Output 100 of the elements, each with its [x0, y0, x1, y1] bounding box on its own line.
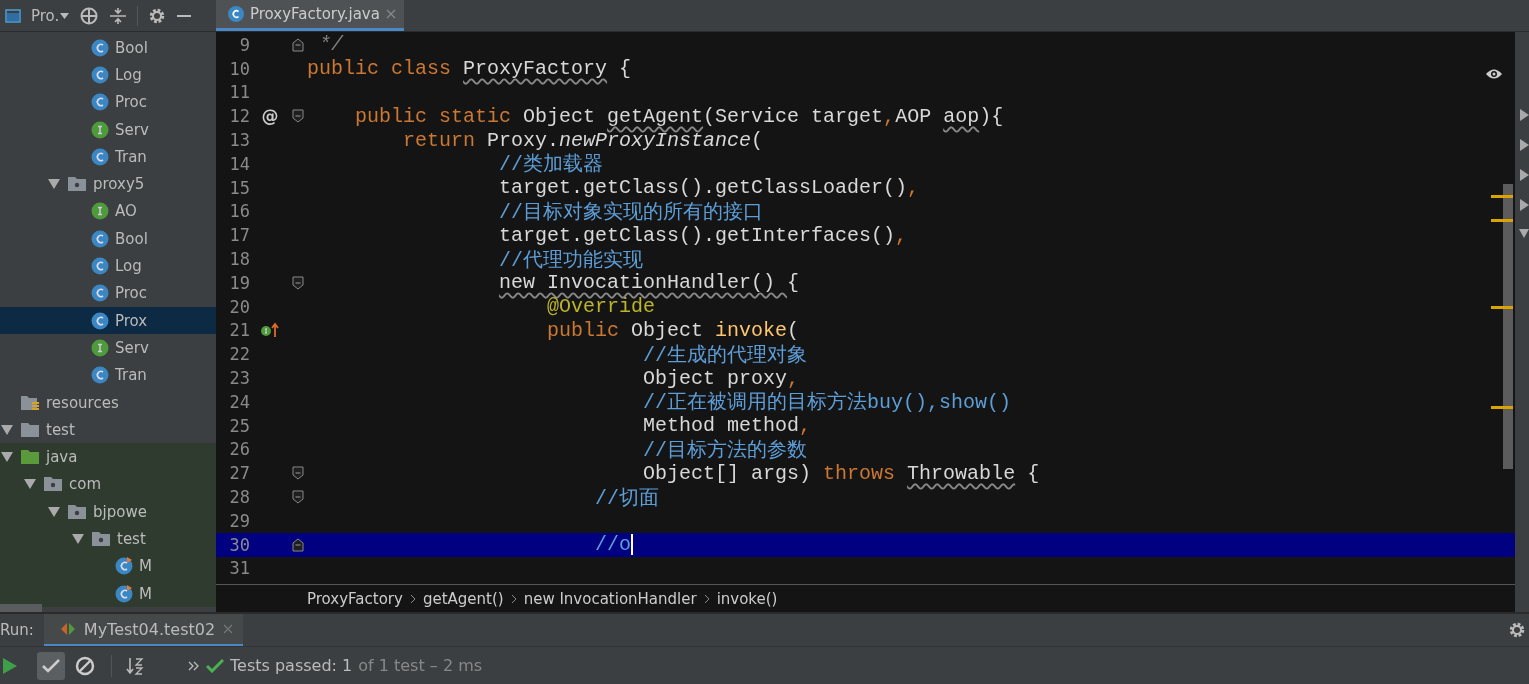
keyword: public static: [354, 104, 513, 128]
locate-icon[interactable]: [79, 5, 100, 26]
tree-item[interactable]: test: [117, 530, 146, 548]
package-icon: [43, 476, 63, 493]
test-status: Tests passed: 1: [230, 656, 353, 675]
fold-icon[interactable]: [292, 109, 304, 124]
expand-arrow-icon[interactable]: [24, 479, 36, 490]
folder-icon: [20, 421, 40, 438]
fold-icon[interactable]: [292, 275, 304, 290]
code-token: Object: [523, 104, 597, 128]
code-comment: //o: [594, 533, 632, 557]
tree-item[interactable]: M: [139, 584, 152, 603]
fold-icon[interactable]: [292, 537, 304, 552]
class-icon: [91, 38, 109, 57]
code-token: (Service target: [703, 104, 884, 128]
tree-item[interactable]: M: [139, 557, 152, 576]
breadcrumb[interactable]: new InvocationHandler: [523, 589, 697, 608]
code-token: target.getClass().getInterfaces(): [498, 223, 896, 247]
tree-item[interactable]: Log: [115, 257, 142, 275]
line-number: 14: [228, 153, 250, 174]
sort-icon[interactable]: [126, 656, 144, 675]
check-icon: [41, 657, 61, 674]
code-comment: //类加载器: [498, 152, 604, 178]
tree-item[interactable]: Proc: [115, 93, 148, 112]
tree-item[interactable]: AO: [115, 202, 137, 221]
tree-item[interactable]: Serv: [115, 338, 149, 357]
preview-eye-icon[interactable]: [1485, 68, 1503, 80]
expand-arrow-icon[interactable]: [1520, 169, 1529, 181]
run-icon[interactable]: [3, 657, 17, 674]
breadcrumb-separator-icon: [409, 593, 416, 604]
tree-item[interactable]: com: [69, 475, 102, 494]
run-tab[interactable]: MyTest04.test02: [43, 614, 244, 646]
keyword: ,: [799, 414, 812, 438]
tree-item[interactable]: Tran: [115, 366, 147, 385]
tab-title: ProxyFactory.java: [250, 5, 380, 23]
line-number: 21: [228, 320, 250, 341]
editor-tab[interactable]: ProxyFactory.java: [216, 0, 404, 31]
line-number: 11: [228, 82, 250, 103]
code-token: {: [787, 271, 800, 295]
breadcrumb[interactable]: getAgent(): [422, 589, 504, 608]
tree-item[interactable]: proxy5: [93, 175, 145, 194]
code-token: target.getClass().getClassLoader(): [498, 176, 908, 200]
code-comment: //目标方法的参数: [642, 437, 808, 463]
tree-item[interactable]: test: [46, 420, 75, 439]
breadcrumb[interactable]: ProxyFactory: [307, 589, 403, 608]
interface-icon: [91, 120, 109, 139]
tree-item[interactable]: Bool: [115, 229, 148, 248]
tree-item[interactable]: Prox: [115, 311, 148, 330]
code-comment: //正在被调用的目标方法buy(),show(): [642, 390, 1012, 416]
fold-icon[interactable]: [292, 466, 304, 481]
annotation-marker: @: [261, 106, 279, 127]
collapse-arrow-icon[interactable]: [1519, 229, 1529, 238]
settings-icon[interactable]: [1508, 621, 1526, 639]
line-number: 29: [228, 510, 250, 531]
tree-item[interactable]: resources: [46, 393, 119, 412]
tree-item[interactable]: Tran: [115, 147, 147, 166]
tree-item[interactable]: bjpowe: [93, 502, 147, 521]
show-passed-toggle[interactable]: [37, 651, 65, 680]
class-icon: [91, 257, 109, 275]
package-icon: [67, 176, 87, 193]
expand-arrow-icon[interactable]: [1, 424, 13, 435]
keyword: ,: [907, 176, 920, 200]
code-token: aop: [943, 104, 980, 128]
tree-item[interactable]: Serv: [115, 120, 149, 139]
expand-arrow-icon[interactable]: [1, 452, 13, 463]
breadcrumb[interactable]: invoke(): [716, 589, 778, 608]
line-number: 27: [228, 463, 250, 484]
code-token: (: [787, 318, 800, 342]
scrollbar-thumb[interactable]: [0, 604, 42, 612]
code-comment: */: [318, 33, 344, 57]
collapse-icon[interactable]: [109, 6, 128, 25]
expand-arrow-icon[interactable]: [48, 179, 60, 190]
code-comment: //切面: [594, 485, 660, 511]
expand-arrow-icon[interactable]: [1520, 109, 1529, 121]
expand-arrow-icon[interactable]: [48, 506, 60, 517]
tree-item[interactable]: java: [46, 448, 78, 467]
tree-item[interactable]: Bool: [115, 38, 148, 57]
code-token: {: [618, 57, 632, 81]
settings-icon[interactable]: [148, 6, 167, 25]
more-icon[interactable]: [188, 660, 200, 671]
implements-icon[interactable]: [260, 322, 280, 339]
tree-item[interactable]: Proc: [115, 284, 148, 303]
class-icon: [115, 584, 133, 603]
fold-icon[interactable]: [292, 37, 304, 52]
package-icon: [91, 531, 111, 547]
code-token: Object proxy: [642, 366, 788, 390]
expand-arrow-icon[interactable]: [1520, 199, 1529, 211]
keyword: public class: [307, 57, 453, 81]
code-token: getAgent: [607, 104, 704, 128]
code-comment: //代理功能实现: [498, 247, 644, 273]
expand-arrow-icon[interactable]: [1520, 139, 1529, 151]
class-icon: [115, 557, 133, 576]
project-view-dropdown[interactable]: Pro.: [31, 6, 70, 25]
tree-item[interactable]: Log: [115, 65, 142, 84]
keyword: public: [546, 318, 621, 342]
test-run-icon: [59, 622, 76, 636]
fold-icon[interactable]: [292, 490, 304, 505]
window-icon: [5, 8, 21, 23]
interface-icon: [91, 202, 109, 221]
expand-arrow-icon[interactable]: [72, 534, 84, 544]
